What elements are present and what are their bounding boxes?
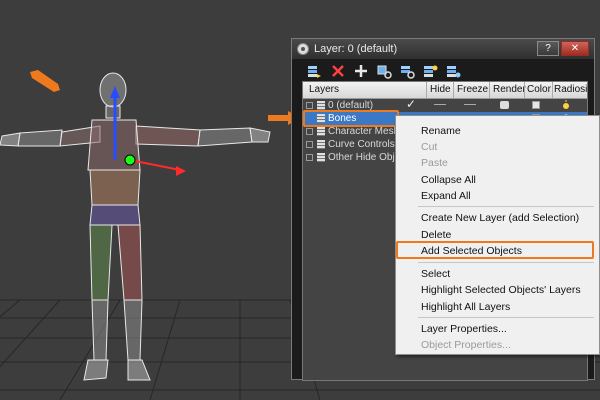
expand-icon[interactable] (306, 128, 313, 135)
active-layer-check-icon[interactable]: ✓ (406, 97, 416, 111)
layer-icon (317, 140, 325, 149)
menu-item-expand-all[interactable]: Expand All (421, 190, 471, 202)
hide-icon[interactable] (422, 63, 438, 79)
help-button[interactable]: ? (537, 41, 559, 56)
column-header-layers[interactable]: Layers (309, 84, 339, 95)
freeze-toggle[interactable] (464, 104, 476, 105)
layer-icon (317, 127, 325, 136)
table-header: Layers Hide Freeze Render Color Radiosit… (303, 82, 587, 99)
highlight-icon[interactable] (399, 63, 415, 79)
menu-item-collapse-all[interactable]: Collapse All (421, 174, 476, 186)
close-button[interactable]: ✕ (561, 41, 589, 56)
menu-separator (418, 206, 594, 207)
window-title: Layer: 0 (default) (314, 43, 398, 55)
menu-item-highlight-all-layers[interactable]: Highlight All Layers (421, 301, 510, 313)
menu-item-highlight-selected-layers[interactable]: Highlight Selected Objects' Layers (421, 284, 581, 296)
hide-toggle[interactable] (434, 104, 446, 105)
select-objects-icon[interactable] (376, 63, 392, 79)
layer-name: Curve Controls (328, 139, 395, 150)
radiosity-icon[interactable] (561, 100, 571, 110)
layer-name: Character Mesh (328, 126, 400, 137)
menu-item-paste[interactable]: Paste (421, 157, 448, 169)
expand-icon[interactable] (306, 154, 313, 161)
menu-item-select[interactable]: Select (421, 268, 450, 280)
freeze-icon[interactable] (445, 63, 461, 79)
app-icon (297, 43, 309, 55)
column-header-radiosity[interactable]: Radiosity (554, 84, 587, 95)
bones-row-callout-outline (303, 110, 399, 127)
render-teapot-icon[interactable] (500, 101, 509, 109)
menu-item-cut[interactable]: Cut (421, 141, 437, 153)
layer-stack-icon[interactable] (306, 63, 322, 79)
layer-color-swatch[interactable] (532, 101, 540, 109)
menu-item-create-new-layer[interactable]: Create New Layer (add Selection) (421, 212, 579, 224)
toolbar (298, 63, 589, 81)
title-bar[interactable]: Layer: 0 (default) ? ✕ (292, 39, 594, 59)
column-header-color[interactable]: Color (527, 84, 551, 95)
menu-separator (418, 317, 594, 318)
add-selected-objects-callout-outline (396, 241, 594, 259)
menu-item-rename[interactable]: Rename (421, 125, 461, 137)
menu-item-layer-properties[interactable]: Layer Properties... (421, 323, 507, 335)
context-menu: Rename Cut Paste Collapse All Expand All… (395, 115, 600, 355)
column-header-freeze[interactable]: Freeze (457, 84, 488, 95)
menu-item-object-properties[interactable]: Object Properties... (421, 339, 511, 351)
column-header-render[interactable]: Render (493, 84, 526, 95)
menu-item-delete[interactable]: Delete (421, 229, 451, 241)
pointer-arrow-icon (30, 70, 60, 92)
layer-icon (317, 153, 325, 162)
menu-separator (418, 262, 594, 263)
delete-icon[interactable] (330, 63, 346, 79)
layer-icon (317, 101, 325, 110)
character-figure[interactable] (0, 0, 300, 400)
expand-icon[interactable] (306, 102, 313, 109)
expand-icon[interactable] (306, 141, 313, 148)
add-icon[interactable] (353, 63, 369, 79)
column-header-hide[interactable]: Hide (430, 84, 451, 95)
